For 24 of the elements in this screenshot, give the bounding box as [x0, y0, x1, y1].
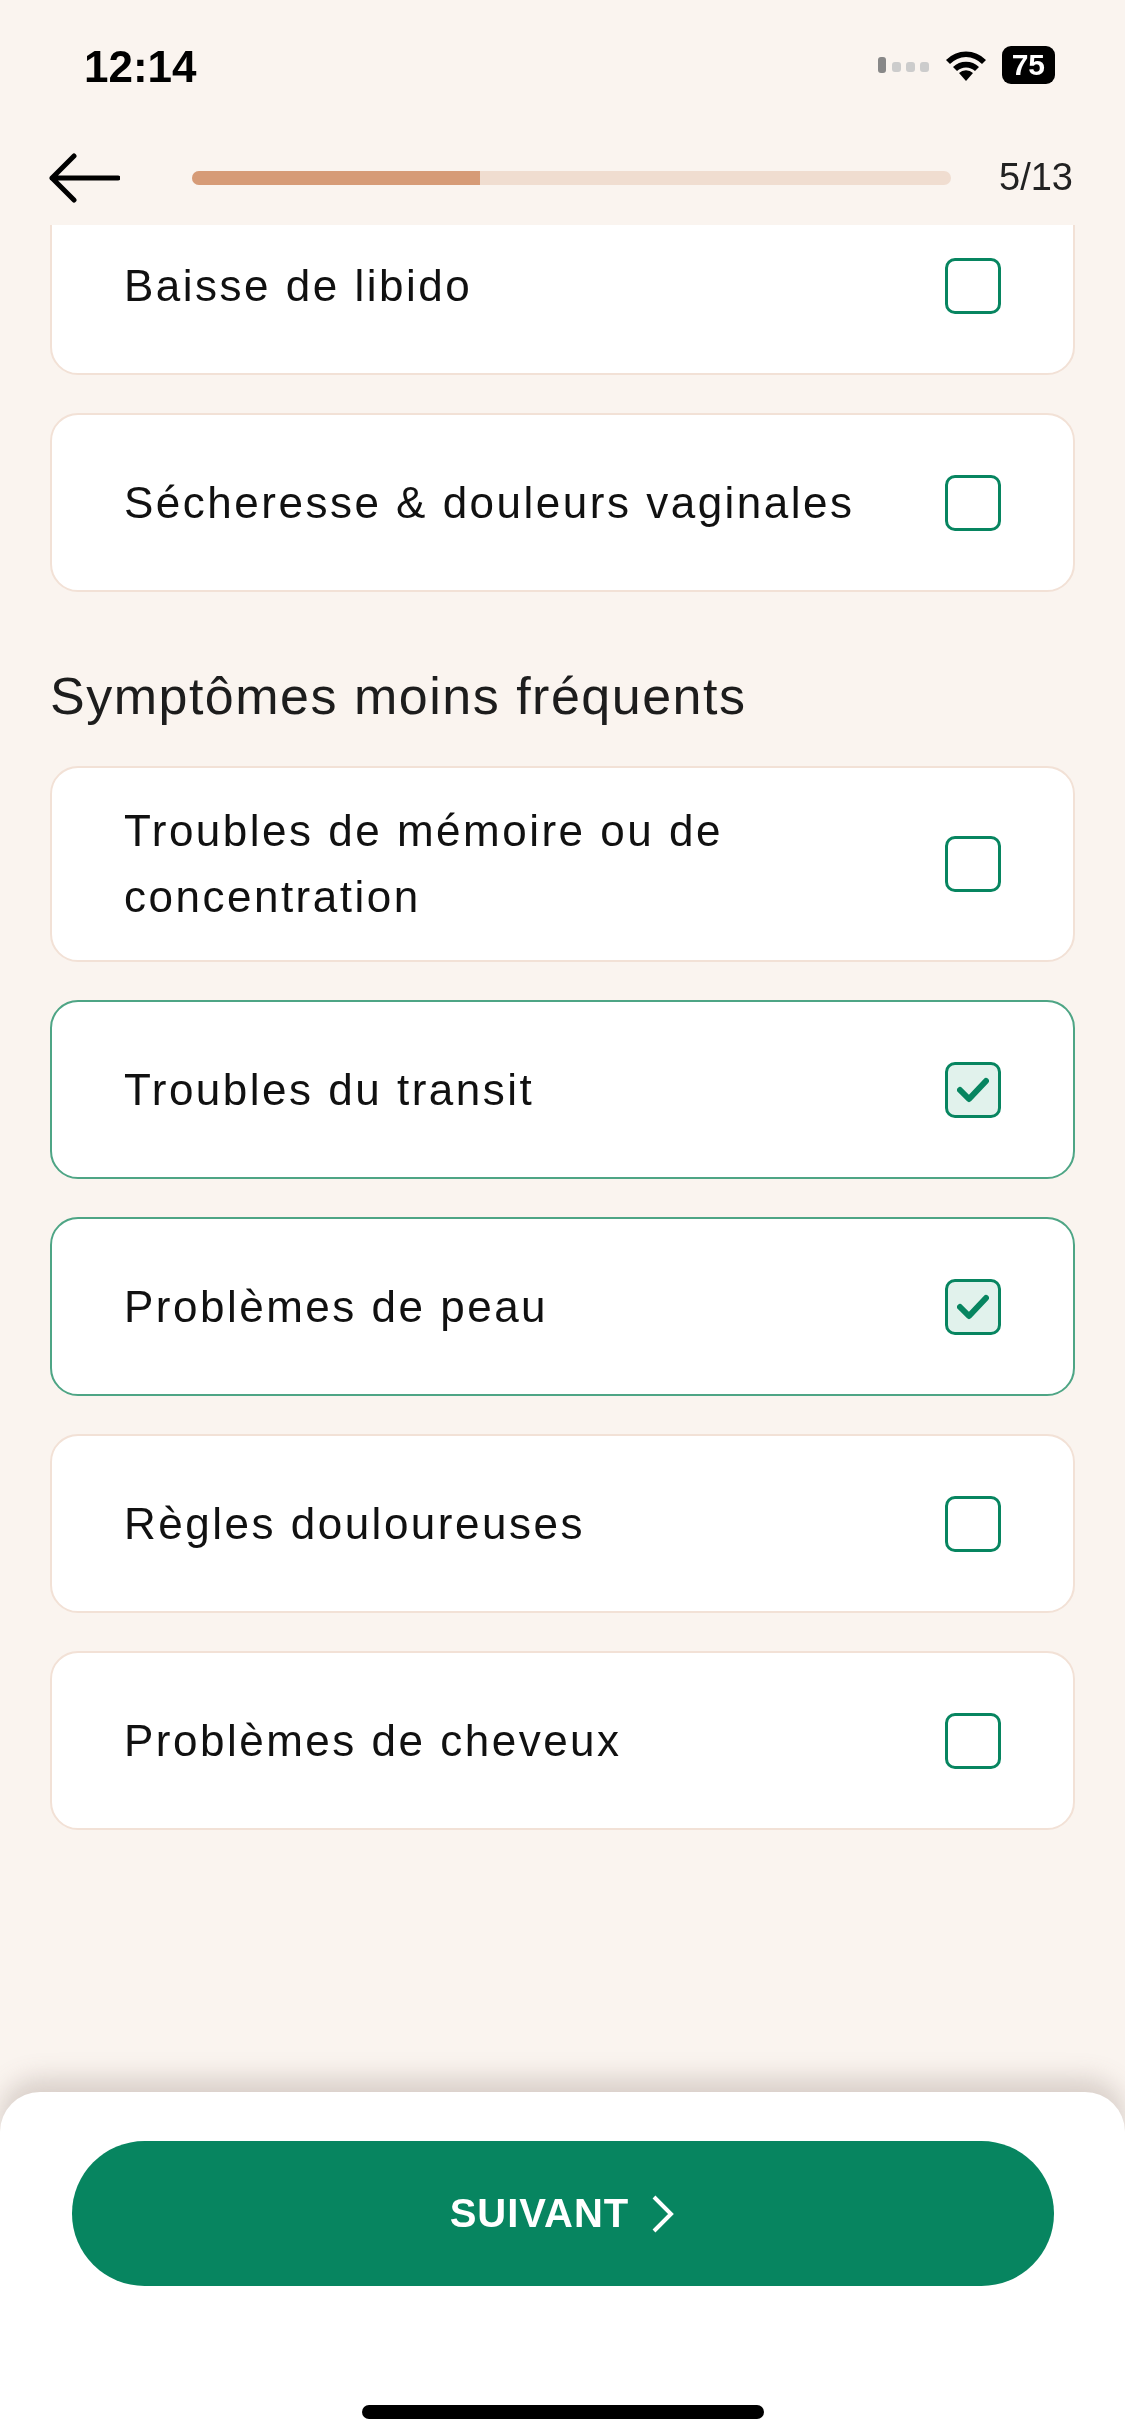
- symptom-option[interactable]: Problèmes de peau: [50, 1217, 1075, 1396]
- back-arrow-icon[interactable]: [48, 152, 120, 203]
- symptom-option[interactable]: Troubles de mémoire ou de concentration: [50, 766, 1075, 962]
- status-time: 12:14: [84, 41, 197, 92]
- section-title: Symptômes moins fréquents: [50, 666, 748, 726]
- checkmark-icon: [957, 1076, 989, 1103]
- symptom-option[interactable]: Règles douloureuses: [50, 1434, 1075, 1613]
- checkbox[interactable]: [945, 257, 1001, 314]
- symptom-option[interactable]: Sécheresse & douleurs vaginales: [50, 413, 1075, 592]
- checkbox[interactable]: [945, 836, 1001, 892]
- chevron-right-icon: [651, 2193, 676, 2234]
- signal-icon: [877, 57, 930, 73]
- symptom-option[interactable]: Problèmes de cheveux: [50, 1651, 1075, 1830]
- checkbox[interactable]: [945, 1278, 1001, 1335]
- next-button[interactable]: SUIVANT: [71, 2141, 1054, 2286]
- symptom-option[interactable]: Troubles du transit: [50, 1000, 1075, 1179]
- battery-level: 75: [1001, 46, 1055, 84]
- checkbox[interactable]: [945, 1495, 1001, 1552]
- checkbox[interactable]: [945, 1712, 1001, 1769]
- step-counter: 5/13: [999, 156, 1073, 199]
- symptom-option[interactable]: Baisse de libido: [50, 225, 1075, 375]
- checkbox[interactable]: [945, 474, 1001, 531]
- checkbox[interactable]: [945, 1061, 1001, 1118]
- checkmark-icon: [957, 1293, 989, 1320]
